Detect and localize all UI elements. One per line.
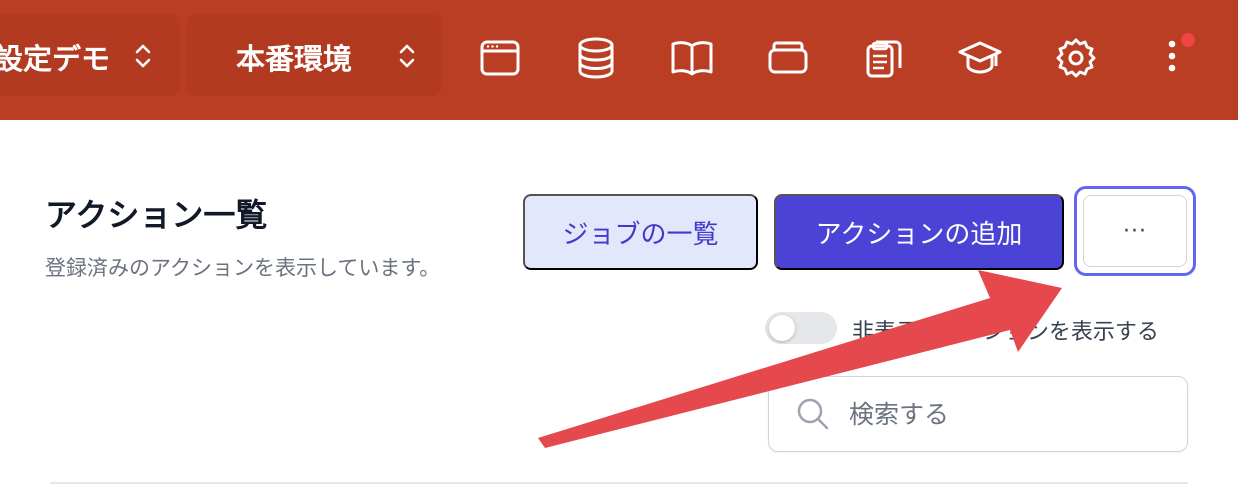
search-icon (797, 398, 829, 430)
chevron-updown-icon (135, 44, 151, 68)
project-selector[interactable]: 設定デモ (0, 14, 180, 96)
show-hidden-toggle[interactable] (765, 312, 837, 344)
gear-icon[interactable] (1054, 36, 1098, 80)
add-action-button[interactable]: アクションの追加 (774, 194, 1064, 270)
toggle-knob (769, 315, 795, 341)
environment-selector-label: 本番環境 (236, 42, 353, 76)
book-icon[interactable] (670, 36, 714, 80)
notification-dot (1181, 33, 1195, 47)
database-icon[interactable] (574, 36, 618, 80)
archive-icon[interactable] (766, 36, 810, 80)
page-title: アクション一覧 (45, 196, 268, 234)
top-navigation-bar: 設定デモ 本番環境 (0, 0, 1238, 120)
page-subtitle: 登録済みのアクションを表示しています。 (45, 256, 441, 280)
search-box[interactable] (768, 376, 1188, 452)
graduation-cap-icon[interactable] (958, 36, 1002, 80)
clipboard-icon[interactable] (862, 36, 906, 80)
jobs-list-button[interactable]: ジョブの一覧 (523, 194, 758, 270)
search-input[interactable] (849, 391, 1169, 437)
show-hidden-label: 非表示のアクションを表示する (852, 320, 1159, 345)
more-button[interactable]: ··· (1074, 186, 1196, 276)
window-icon[interactable] (478, 36, 522, 80)
more-button-label: ··· (1083, 195, 1187, 267)
environment-selector[interactable]: 本番環境 (186, 14, 442, 96)
chevron-updown-icon (399, 44, 415, 68)
project-selector-label: 設定デモ (0, 42, 111, 76)
